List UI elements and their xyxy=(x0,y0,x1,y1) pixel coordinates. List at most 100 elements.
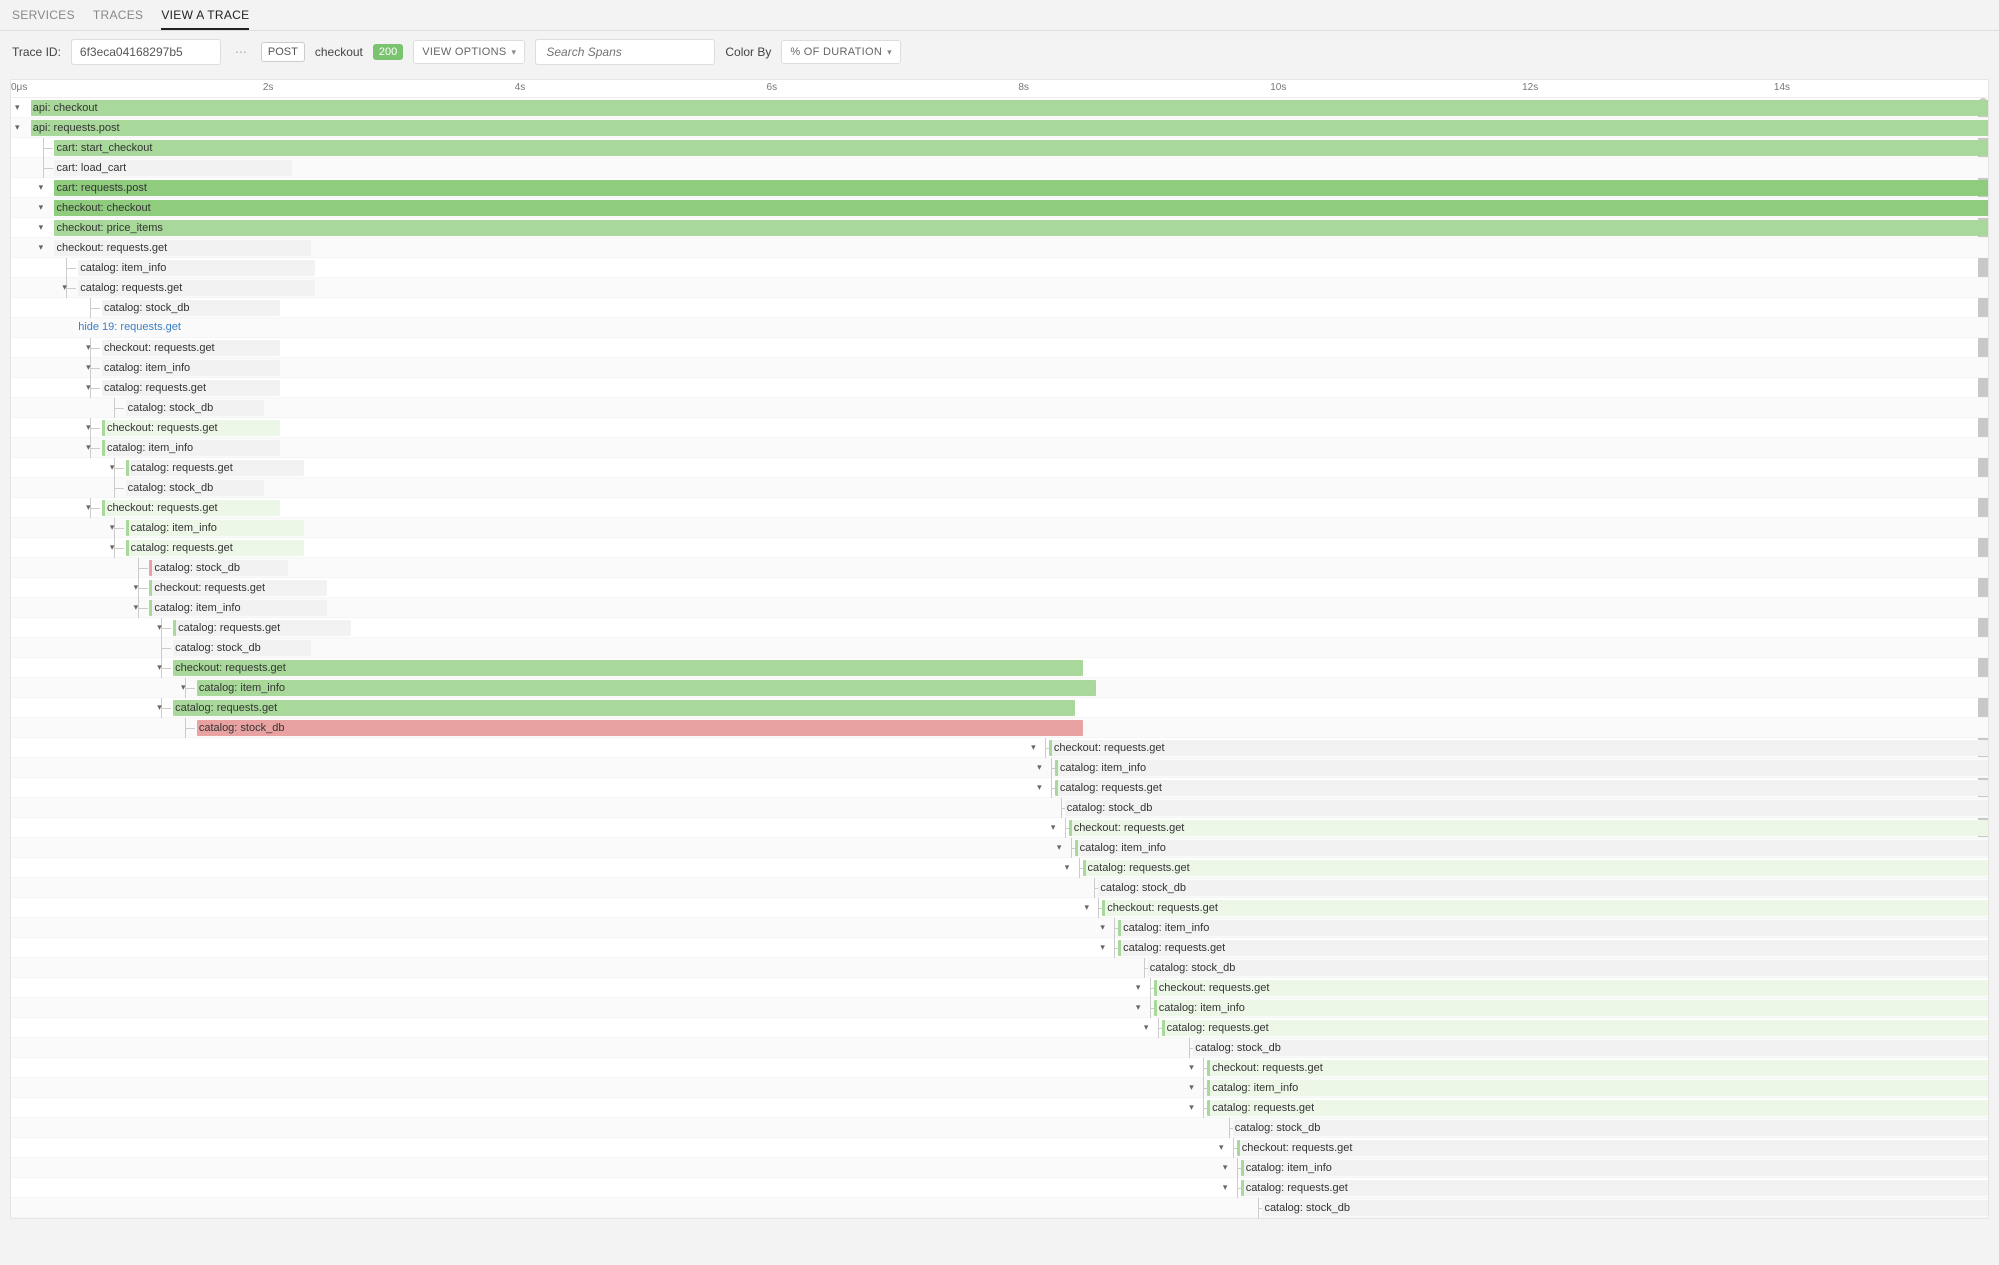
span-bar[interactable]: checkout: requests.get xyxy=(54,240,311,256)
span-bar[interactable]: catalog: requests.get xyxy=(1083,860,1988,876)
span-bar[interactable]: catalog: stock_db xyxy=(126,480,264,496)
span-bar[interactable]: checkout: requests.get xyxy=(1154,980,1988,996)
hide-link[interactable]: hide 19: requests.get xyxy=(78,321,181,333)
span-row[interactable]: ▾ checkout: requests.get xyxy=(11,238,1988,258)
caret-icon[interactable]: ▾ xyxy=(1100,942,1105,953)
span-bar[interactable]: catalog: item_info xyxy=(102,360,280,376)
span-row[interactable]: ▾catalog: requests.get xyxy=(11,458,1988,478)
span-row[interactable]: ▾checkout: requests.get xyxy=(11,1138,1988,1158)
span-row[interactable]: ▾ catalog: item_info xyxy=(11,678,1988,698)
span-row[interactable]: ▾ catalog: requests.get xyxy=(11,698,1988,718)
span-row[interactable]: ▾catalog: item_info xyxy=(11,598,1988,618)
span-bar[interactable]: checkout: requests.get xyxy=(149,580,327,596)
span-row[interactable]: ▾checkout: requests.get xyxy=(11,658,1988,678)
span-row[interactable]: hide 19: requests.get xyxy=(11,318,1988,338)
caret-icon[interactable]: ▾ xyxy=(1189,1062,1194,1073)
span-row[interactable]: cart: load_cart xyxy=(11,158,1988,178)
span-row[interactable]: ▾ catalog: item_info xyxy=(11,998,1988,1018)
span-bar[interactable]: catalog: item_info xyxy=(1118,920,1988,936)
span-row[interactable]: ▾checkout: requests.get xyxy=(11,1058,1988,1078)
caret-icon[interactable]: ▾ xyxy=(86,382,91,393)
span-row[interactable]: ▾api: checkout xyxy=(11,98,1988,118)
span-bar[interactable]: checkout: requests.get xyxy=(102,340,280,356)
span-row[interactable]: ▾catalog: requests.get xyxy=(11,378,1988,398)
caret-icon[interactable]: ▾ xyxy=(1057,842,1062,853)
span-bar[interactable]: catalog: stock_db xyxy=(1262,1200,1988,1216)
caret-icon[interactable]: ▾ xyxy=(1219,1142,1224,1153)
span-bar[interactable]: checkout: requests.get xyxy=(1102,900,1988,916)
span-row[interactable]: ▾ catalog: requests.get xyxy=(11,1018,1988,1038)
span-bar[interactable]: catalog: stock_db xyxy=(102,300,280,316)
span-bar[interactable]: catalog: requests.get xyxy=(1055,780,1988,796)
span-row[interactable]: ▾catalog: requests.get xyxy=(11,858,1988,878)
more-icon[interactable]: ⋯ xyxy=(231,45,251,59)
span-bar[interactable]: catalog: item_info xyxy=(1075,840,1988,856)
span-row[interactable]: catalog: stock_db xyxy=(11,878,1988,898)
span-bar[interactable]: checkout: requests.get xyxy=(1049,740,1988,756)
span-bar[interactable]: catalog: item_info xyxy=(197,680,1097,696)
span-row[interactable]: ▾api: requests.post xyxy=(11,118,1988,138)
span-bar[interactable]: catalog: requests.get xyxy=(126,540,304,556)
caret-icon[interactable]: ▾ xyxy=(39,242,44,253)
span-row[interactable]: catalog: stock_db xyxy=(11,718,1988,738)
span-bar[interactable]: checkout: requests.get xyxy=(102,420,280,436)
caret-icon[interactable]: ▾ xyxy=(157,702,162,713)
span-row[interactable]: catalog: stock_db xyxy=(11,1118,1988,1138)
span-bar[interactable]: catalog: item_info xyxy=(126,520,304,536)
span-row[interactable]: catalog: stock_db xyxy=(11,1038,1988,1058)
span-bar[interactable]: catalog: requests.get xyxy=(1207,1100,1988,1116)
span-bar[interactable]: catalog: requests.get xyxy=(126,460,304,476)
span-bar[interactable]: catalog: requests.get xyxy=(1162,1020,1988,1036)
span-bar[interactable]: catalog: stock_db xyxy=(126,400,264,416)
span-row[interactable]: catalog: stock_db xyxy=(11,638,1988,658)
span-bar[interactable]: catalog: item_info xyxy=(1154,1000,1988,1016)
span-row[interactable]: catalog: stock_db xyxy=(11,958,1988,978)
caret-icon[interactable]: ▾ xyxy=(62,282,67,293)
span-row[interactable]: ▾catalog: requests.get xyxy=(11,278,1988,298)
span-bar[interactable]: api: checkout xyxy=(31,100,1989,116)
tab-services[interactable]: SERVICES xyxy=(12,8,75,30)
span-bar[interactable]: catalog: stock_db xyxy=(1148,960,1988,976)
span-bar[interactable]: catalog: stock_db xyxy=(1098,880,1988,896)
span-row[interactable]: ▾catalog: requests.get xyxy=(11,538,1988,558)
caret-icon[interactable]: ▾ xyxy=(181,682,186,693)
span-bar[interactable]: catalog: stock_db xyxy=(149,560,287,576)
caret-icon[interactable]: ▾ xyxy=(86,502,91,513)
span-bar[interactable]: checkout: checkout xyxy=(54,200,1989,216)
caret-icon[interactable]: ▾ xyxy=(1144,1022,1149,1033)
span-row[interactable]: ▾catalog: item_info xyxy=(11,1158,1988,1178)
span-row[interactable]: catalog: stock_db xyxy=(11,558,1988,578)
span-bar[interactable]: catalog: requests.get xyxy=(173,700,1075,716)
span-row[interactable]: catalog: stock_db xyxy=(11,798,1988,818)
span-row[interactable]: catalog: stock_db xyxy=(11,478,1988,498)
span-row[interactable]: ▾checkout: price_items xyxy=(11,218,1988,238)
span-bar[interactable]: cart: load_cart xyxy=(54,160,291,176)
caret-icon[interactable]: ▾ xyxy=(86,342,91,353)
span-row[interactable]: ▾ checkout: requests.get xyxy=(11,578,1988,598)
span-row[interactable]: cart: start_checkout xyxy=(11,138,1988,158)
span-bar[interactable]: catalog: stock_db xyxy=(1193,1040,1988,1056)
span-row[interactable]: ▾checkout: requests.get xyxy=(11,738,1988,758)
span-row[interactable]: catalog: stock_db xyxy=(11,298,1988,318)
span-bar[interactable]: catalog: item_info xyxy=(1241,1160,1988,1176)
span-row[interactable]: catalog: stock_db xyxy=(11,398,1988,418)
caret-icon[interactable]: ▾ xyxy=(134,582,139,593)
span-row[interactable]: ▾ checkout: requests.get xyxy=(11,978,1988,998)
span-bar[interactable]: catalog: requests.get xyxy=(1118,940,1988,956)
span-row[interactable]: ▾catalog: item_info xyxy=(11,438,1988,458)
caret-icon[interactable]: ▾ xyxy=(1136,982,1141,993)
caret-icon[interactable]: ▾ xyxy=(1037,782,1042,793)
caret-icon[interactable]: ▾ xyxy=(1136,1002,1141,1013)
caret-icon[interactable]: ▾ xyxy=(1051,822,1056,833)
span-row[interactable]: ▾ checkout: requests.get xyxy=(11,418,1988,438)
span-row[interactable]: ▾catalog: item_info xyxy=(11,1078,1988,1098)
tab-traces[interactable]: TRACES xyxy=(93,8,143,30)
caret-icon[interactable]: ▾ xyxy=(1100,922,1105,933)
span-bar[interactable]: cart: requests.post xyxy=(54,180,1989,196)
span-bar[interactable]: api: requests.post xyxy=(31,120,1989,136)
caret-icon[interactable]: ▾ xyxy=(86,422,91,433)
span-row[interactable]: ▾ catalog: item_info xyxy=(11,918,1988,938)
view-options-dropdown[interactable]: VIEW OPTIONS ▾ xyxy=(413,40,525,64)
caret-icon[interactable]: ▾ xyxy=(1037,762,1042,773)
span-row[interactable]: ▾catalog: requests.get xyxy=(11,1098,1988,1118)
